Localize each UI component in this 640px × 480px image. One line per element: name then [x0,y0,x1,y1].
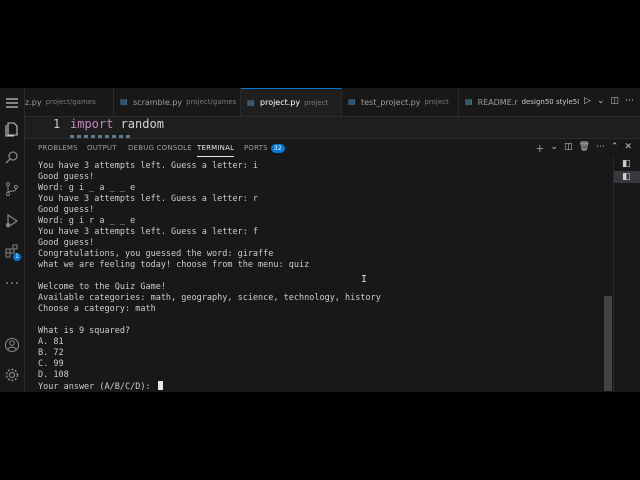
text-cursor-icon: I [361,274,368,285]
maximize-panel-icon[interactable]: ⌃ [611,142,619,155]
tab-path: project [424,98,449,106]
terminal-prompt-line[interactable]: Your answer (A/B/C/D): [38,381,600,392]
new-terminal-icon[interactable]: ＋ [535,142,544,155]
account-icon[interactable] [3,336,21,354]
tab-project-py[interactable]: ▤ project.py project [241,88,342,116]
terminal-line: B. 72 [38,348,64,358]
tab-readme[interactable]: ▤ README.r design50 style50 [459,88,579,116]
vscode-window: 1 z.py project/games ▤ scramble.py proje… [0,88,640,392]
tab-ports[interactable]: PORTS 32 [244,144,285,153]
tab-path: design50 style50 [521,98,579,106]
terminal-line: C. 99 [38,359,64,369]
terminal-line: What is 9 squared? [38,326,131,336]
more-actions-icon[interactable]: ⋯ [625,96,634,106]
terminal-instance-icon[interactable]: ◧ [622,159,632,169]
tab-label: test_project.py [361,97,421,107]
tab-test-project-py[interactable]: ▤ test_project.py project [342,88,459,116]
terminal-line: D. 108 [38,370,69,380]
run-icon[interactable]: ▷ [584,96,591,106]
editor-actions: ▷ ⌄ ◫ ⋯ [584,96,634,106]
terminal-line: Good guess! [38,205,95,215]
code-editor[interactable]: 1 import random [25,117,640,139]
tab-path: project/games [186,98,237,106]
panel-tab-bar: PROBLEMS OUTPUT DEBUG CONSOLE TERMINAL P… [25,139,640,157]
tab-path: project/games [45,98,96,106]
extensions-badge: 1 [13,253,21,261]
terminal-line: Good guess! [38,172,95,182]
tab-ports-label: PORTS [244,144,268,152]
source-control-icon[interactable] [3,180,21,198]
code-keyword: import [70,117,114,131]
tab-debug-console[interactable]: DEBUG CONSOLE [128,144,192,152]
editor-tab-bar: z.py project/games ▤ scramble.py project… [25,88,640,117]
python-file-icon: ▤ [120,97,128,106]
gear-icon[interactable] [3,366,21,384]
code-line: import random [70,117,164,131]
terminal-line: You have 3 attempts left. Guess a letter… [38,194,259,204]
files-icon[interactable] [3,120,21,138]
terminal-line: Available categories: math, geography, s… [38,293,381,303]
activity-bar: 1 [0,88,25,392]
terminal-cursor [157,381,163,390]
terminal-list: ◧ ◧ [613,157,640,392]
terminal-scrollbar[interactable] [604,296,612,391]
more-actions-icon[interactable]: ⋯ [596,142,605,155]
terminal-line: Good guess! [38,238,95,248]
split-editor-icon[interactable]: ◫ [610,96,619,106]
terminal-line: what we are feeling today! choose from t… [38,260,310,270]
terminal-line: Choose a category: math [38,304,156,314]
terminal-line: Word: g i r a _ _ e [38,216,136,226]
terminal-line: A. 81 [38,337,64,347]
python-file-icon: ▤ [348,97,356,106]
terminal-line: Congratulations, you guessed the word: g… [38,249,274,259]
tab-label: scramble.py [133,97,183,107]
terminal-line: You have 3 attempts left. Guess a letter… [38,227,259,237]
ports-count-badge: 32 [270,144,285,153]
tab-label: project.py [260,98,301,107]
markdown-file-icon: ▤ [465,97,473,106]
panel-actions: ＋ ⌄ ◫ 🗑 ⋯ ⌃ ✕ [535,142,632,155]
terminal-line: Welcome to the Quiz Game! [38,282,166,292]
python-file-icon: ▤ [247,97,255,107]
code-text: random [113,117,164,131]
terminal-line: You have 3 attempts left. Guess a letter… [38,161,259,171]
tab-label: z.py [25,97,42,107]
bottom-panel: PROBLEMS OUTPUT DEBUG CONSOLE TERMINAL P… [25,138,640,392]
run-debug-icon[interactable] [3,212,21,230]
split-terminal-icon[interactable]: ◫ [564,142,573,155]
remote-icon[interactable] [3,274,21,292]
terminal-instance-icon[interactable]: ◧ [622,172,632,182]
line-number: 1 [53,117,61,131]
tab-path: project [304,98,329,107]
chevron-down-icon[interactable]: ⌄ [550,142,558,155]
tab-terminal[interactable]: TERMINAL [197,144,235,157]
close-icon[interactable]: ✕ [624,142,632,155]
tab-output[interactable]: OUTPUT [87,144,117,152]
tab-scramble-py[interactable]: ▤ scramble.py project/games [114,88,241,116]
terminal-output[interactable]: You have 3 attempts left. Guess a letter… [38,161,600,392]
search-icon[interactable] [3,148,21,166]
terminal-line: Word: g i _ a _ _ e [38,183,136,193]
trash-icon[interactable]: 🗑 [578,142,589,155]
terminal-prompt: Your answer (A/B/C/D): [38,382,156,392]
chevron-down-icon[interactable]: ⌄ [597,96,605,106]
tab-label: README.r [477,97,518,107]
hamburger-menu-icon[interactable] [3,94,21,112]
tab-z-py[interactable]: z.py project/games [25,88,114,116]
tab-problems[interactable]: PROBLEMS [38,144,78,152]
